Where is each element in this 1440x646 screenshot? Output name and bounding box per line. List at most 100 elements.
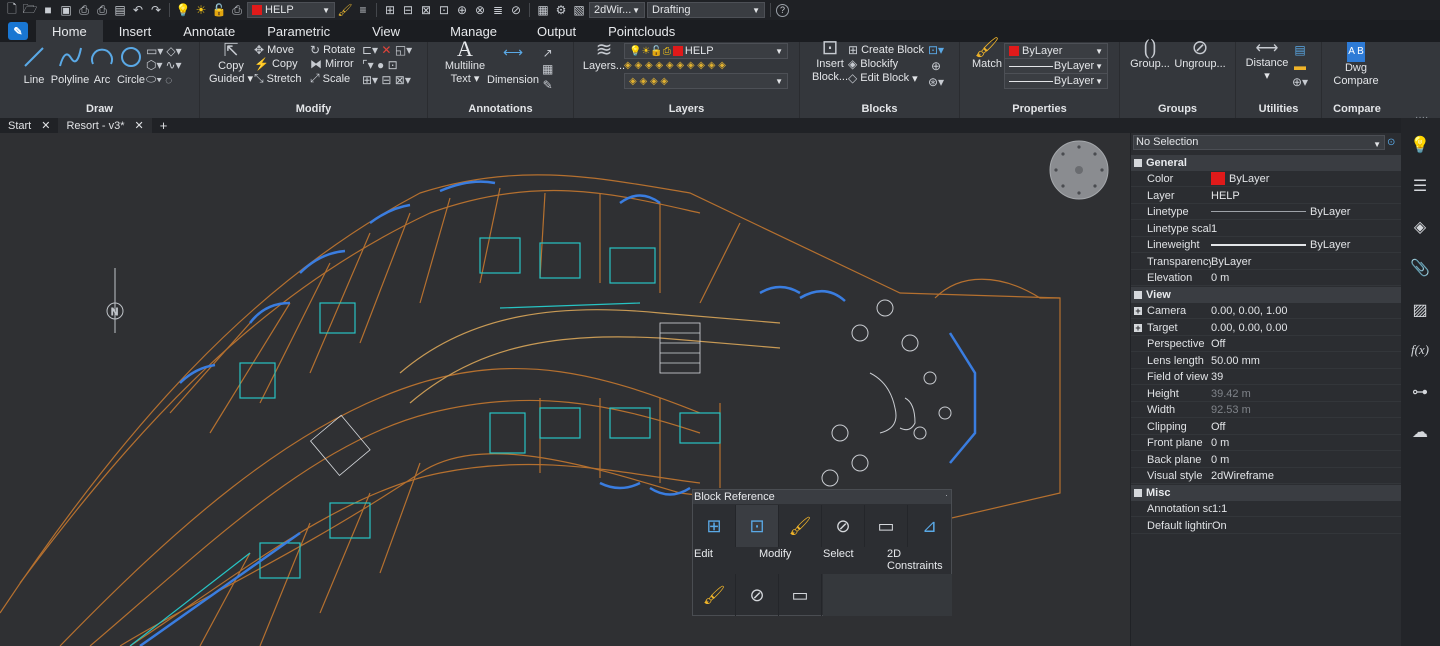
layer-on-icon[interactable]: 💡 (175, 2, 191, 18)
quad-boundary-icon[interactable]: ⊘ (822, 505, 865, 547)
create-block-button[interactable]: ⊞ Create Block (848, 43, 924, 57)
polyline-button[interactable]: Polyline (48, 44, 92, 87)
section-view[interactable]: View (1131, 287, 1402, 303)
rotate-button[interactable]: ↻ Rotate (310, 43, 355, 57)
utility-extra-tools[interactable]: ▤ ▬ ⊕▾ (1292, 43, 1308, 89)
drawing-canvas[interactable]: N (0, 133, 1130, 646)
publish-icon[interactable]: ⎙ (76, 2, 92, 18)
app-logo-icon[interactable]: ✎ (8, 22, 28, 40)
more-icon[interactable]: ···· (1415, 112, 1428, 123)
tab-home[interactable]: Home (36, 20, 103, 42)
layer-selector[interactable]: 💡☀🔓⎙ HELP ▼ (624, 43, 788, 59)
workspace-dropdown[interactable]: Drafting ▼ (647, 2, 765, 18)
hatch-icon[interactable]: ▨ (1408, 298, 1432, 322)
quad-edit-props-icon[interactable]: ▭ (779, 574, 822, 616)
prop-row-linetype[interactable]: Linetype ByLayer (1131, 204, 1402, 220)
prop-row-layer[interactable]: Layer HELP (1131, 188, 1402, 204)
dwg-compare-button[interactable]: A B Dwg Compare (1330, 42, 1382, 88)
open-folder-icon[interactable]: 🗁 (22, 2, 38, 18)
tree-icon[interactable]: ⊶ (1408, 380, 1432, 404)
move-button[interactable]: ✥ Move (254, 43, 294, 57)
osnap-icon[interactable]: ⊕ (454, 2, 470, 18)
ellipse-tool[interactable]: ⬭▾ ◌ (146, 72, 172, 87)
snap-icon[interactable]: ⊞ (382, 2, 398, 18)
prop-row-lineweight[interactable]: Lineweight ByLayer (1131, 237, 1402, 253)
arc-button[interactable]: Arc (88, 44, 116, 87)
prop-row-elevation[interactable]: Elevation 0 m (1131, 270, 1402, 286)
tab-view[interactable]: View (346, 20, 426, 42)
edit-block-button[interactable]: ◇ Edit Block ▾ (848, 71, 918, 85)
sliders-icon[interactable]: ☰ (1408, 174, 1432, 198)
new-file-icon[interactable]: 🗋 (4, 2, 20, 18)
group-button[interactable]: ⟮⟯ Group... (1128, 38, 1172, 71)
function-icon[interactable]: f(x) (1408, 338, 1432, 362)
layers-icon[interactable]: ◈ (1408, 215, 1432, 239)
layer-previous-icon[interactable]: ≡ (355, 2, 371, 18)
new-tab-button[interactable]: + (152, 118, 176, 133)
copy-button[interactable]: ⚡ Copy (254, 57, 298, 71)
prop-row-width[interactable]: Width 92.53 m (1131, 402, 1402, 418)
layers-button[interactable]: ≋ Layers... (580, 40, 628, 73)
prop-row-field-of-view[interactable]: Field of view 39 (1131, 369, 1402, 385)
quad-select-tab[interactable]: Select (823, 548, 854, 560)
circle-button[interactable]: Circle (114, 44, 148, 87)
selection-dropdown[interactable]: No Selection ▼ (1133, 135, 1385, 150)
save-icon[interactable]: ■ (40, 2, 56, 18)
settings-icon[interactable]: ⚙ (553, 2, 569, 18)
tab-output[interactable]: Output (521, 20, 592, 42)
blockify-button[interactable]: ◈ Blockify (848, 57, 898, 71)
quad-edit-tab[interactable]: Edit (694, 548, 713, 560)
quad-constraints-tab[interactable]: 2D Constraints (887, 548, 943, 572)
tab-start[interactable]: Start ✕ (0, 118, 58, 133)
paperclip-icon[interactable]: 📎 (1408, 256, 1432, 280)
section-misc[interactable]: Misc (1131, 485, 1402, 501)
prop-row-clipping[interactable]: Clipping Off (1131, 419, 1402, 435)
quick-select-icon[interactable]: ⊙ (1387, 137, 1395, 148)
lightbulb-icon[interactable]: 💡 (1408, 133, 1432, 157)
tab-manage[interactable]: Manage (426, 20, 521, 42)
prop-row-transparency[interactable]: Transparency ByLayer (1131, 254, 1402, 270)
quad-match-icon[interactable]: 🖌 (779, 505, 822, 547)
prop-row-annotation-scale[interactable]: Annotation sc 1:1 (1131, 501, 1402, 517)
tab-parametric[interactable]: Parametric (251, 20, 346, 42)
prop-row-perspective[interactable]: Perspective Off (1131, 336, 1402, 352)
rectangle-tool[interactable]: ▭▾ ◇▾ (146, 44, 182, 58)
insert-block-button[interactable]: ⊡ Insert Block... (808, 38, 852, 84)
quad-constraints-icon[interactable]: ⊿ (908, 505, 951, 547)
otrack-icon[interactable]: ⊗ (472, 2, 488, 18)
lweight-icon[interactable]: ≣ (490, 2, 506, 18)
layer-dropdown[interactable]: HELP ▼ (247, 2, 335, 18)
layer-filter-dropdown[interactable]: ◈ ◈ ◈ ◈ ▼ (624, 73, 788, 89)
close-icon[interactable]: ✕ (41, 119, 50, 132)
block-extra-tools[interactable]: ⊡▾ ⊕ ⊛▾ (928, 43, 944, 89)
redo-icon[interactable]: ↷ (148, 2, 164, 18)
prop-row-front-plane[interactable]: Front plane 0 m (1131, 435, 1402, 451)
expand-icon[interactable]: + (1134, 307, 1142, 316)
copy-guided-button[interactable]: ⇱ Copy Guided ▾ (206, 41, 256, 86)
quad-region-icon[interactable]: ⊘ (736, 574, 779, 616)
prop-row-default-lighting[interactable]: Default lightin On (1131, 518, 1402, 534)
visual-style-dropdown[interactable]: 2dWir... ▼ (589, 2, 645, 18)
tab-resort[interactable]: Resort - v3* ✕ (58, 118, 152, 133)
prop-row-lens-length[interactable]: Lens length 50.00 mm (1131, 353, 1402, 369)
render-icon[interactable]: ▧ (571, 2, 587, 18)
prop-row-visual-style[interactable]: Visual style 2dWireframe (1131, 468, 1402, 484)
prop-row-height[interactable]: Height 39.42 m (1131, 386, 1402, 402)
cloud-upload-icon[interactable]: ☁ (1408, 420, 1432, 444)
color-dropdown[interactable]: ByLayer ▼ (1004, 43, 1108, 59)
undo-icon[interactable]: ↶ (130, 2, 146, 18)
multiline-text-button[interactable]: A Multiline Text ▾ (442, 38, 488, 86)
print-icon[interactable]: ⎙ (94, 2, 110, 18)
lineweight-dropdown[interactable]: ByLayer ▼ (1004, 73, 1108, 89)
distance-button[interactable]: ⟷ Distance ▾ (1242, 41, 1292, 83)
save-as-icon[interactable]: ▣ (58, 2, 74, 18)
tips-icon[interactable]: ⊘ (508, 2, 524, 18)
layer-thaw-icon[interactable]: ☀ (193, 2, 209, 18)
help-icon[interactable]: ? (776, 3, 789, 17)
polar-icon[interactable]: ⊡ (436, 2, 452, 18)
prop-row-camera[interactable]: + Camera 0.00, 0.00, 1.00 (1131, 303, 1402, 319)
dimension-button[interactable]: ⟷ Dimension (486, 45, 540, 87)
plot-icon[interactable]: ▤ (112, 2, 128, 18)
expand-icon[interactable]: + (1134, 324, 1142, 333)
layer-lock-icon[interactable]: 🔓 (211, 2, 227, 18)
